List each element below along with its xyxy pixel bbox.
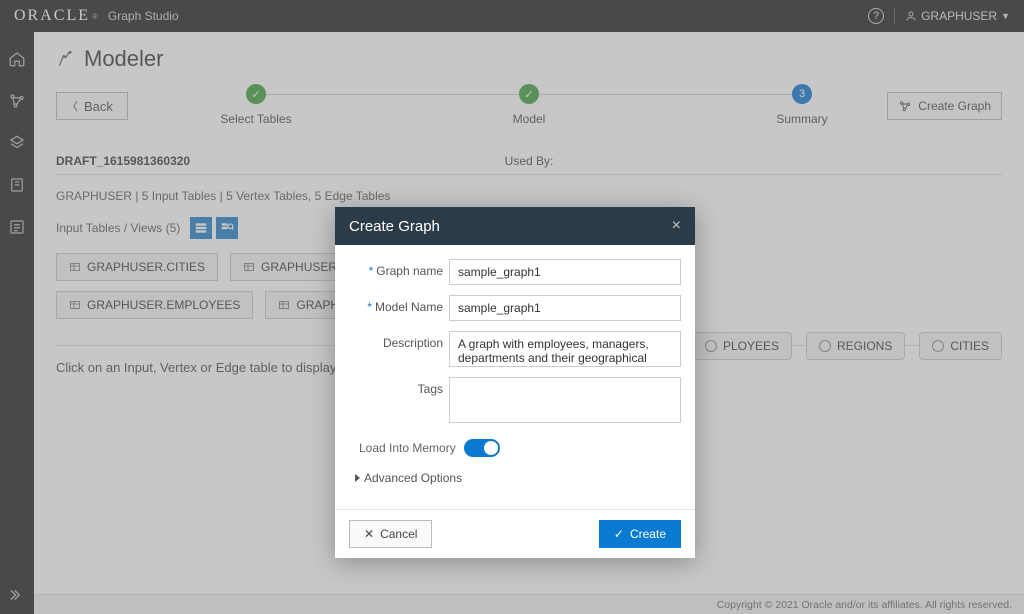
chevron-right-icon xyxy=(355,474,360,482)
close-icon: ✕ xyxy=(364,527,374,541)
advanced-options-toggle[interactable]: Advanced Options xyxy=(349,463,681,503)
create-button[interactable]: ✓ Create xyxy=(599,520,681,548)
load-memory-toggle[interactable] xyxy=(464,439,500,457)
modal-header: Create Graph × xyxy=(335,207,695,245)
model-name-input[interactable] xyxy=(449,295,681,321)
advanced-options-label: Advanced Options xyxy=(364,471,462,485)
cancel-label: Cancel xyxy=(380,527,417,541)
modal-title: Create Graph xyxy=(349,218,440,235)
cancel-button[interactable]: ✕ Cancel xyxy=(349,520,432,548)
check-icon: ✓ xyxy=(614,527,624,541)
graph-name-label: *Graph name xyxy=(349,259,449,278)
graph-name-input[interactable] xyxy=(449,259,681,285)
description-label: Description xyxy=(349,331,449,350)
tags-input[interactable] xyxy=(449,377,681,423)
create-label: Create xyxy=(630,527,666,541)
close-icon[interactable]: × xyxy=(672,217,681,235)
model-name-label: *Model Name xyxy=(349,295,449,314)
create-graph-modal: Create Graph × *Graph name *Model Name D… xyxy=(335,207,695,558)
tags-label: Tags xyxy=(349,377,449,396)
description-input[interactable] xyxy=(449,331,681,367)
load-memory-label: Load Into Memory xyxy=(359,441,456,455)
